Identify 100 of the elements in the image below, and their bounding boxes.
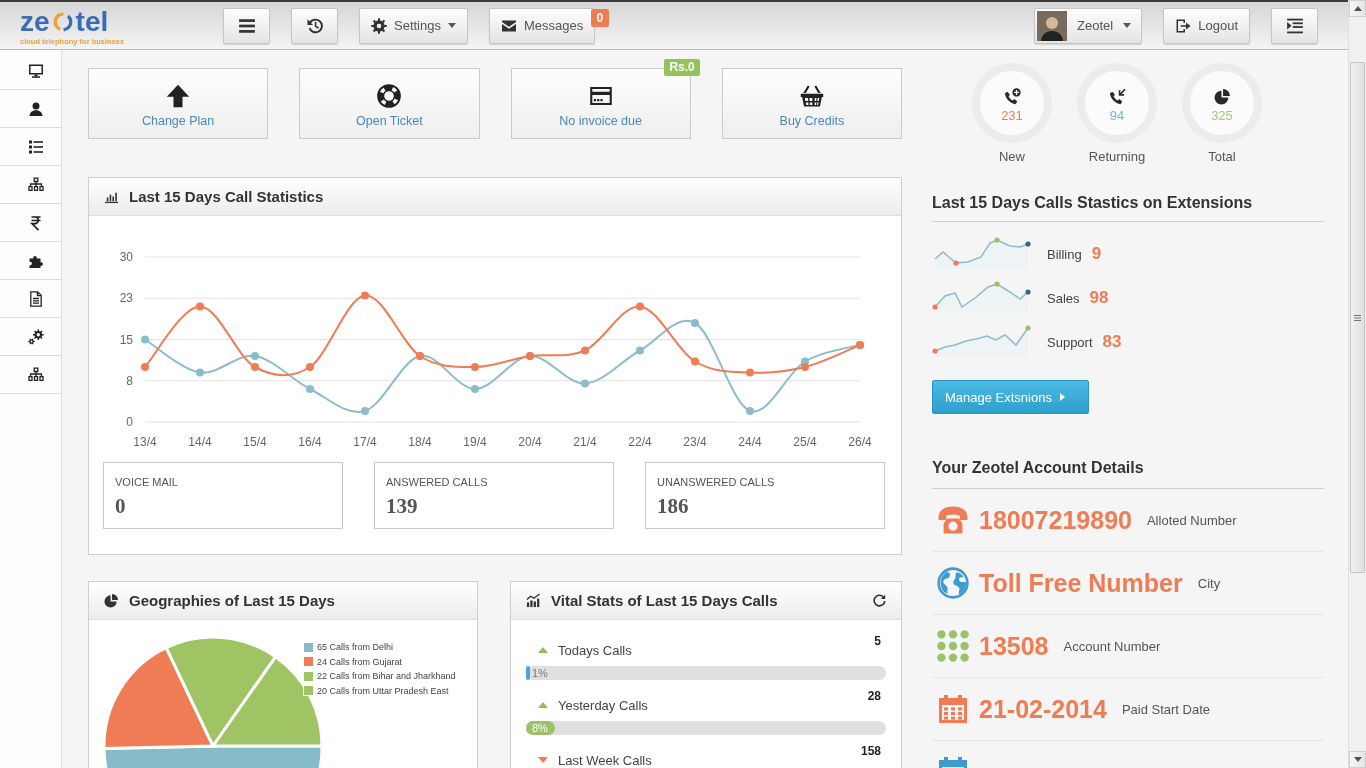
settings-icon	[371, 17, 387, 34]
shortcut-button[interactable]: Open Ticket	[299, 68, 480, 139]
logo-text: ze	[20, 6, 50, 37]
stat-label: Todays Calls	[558, 642, 632, 658]
axis-label: 15	[119, 332, 133, 347]
axis-label: 23	[119, 291, 133, 306]
stat-label: Last Week Calls	[558, 752, 652, 768]
legend-label: 24 Calls from Gujarat	[317, 655, 403, 668]
account-label: Account Number	[1063, 638, 1161, 654]
account-label: Paid Start Date	[1121, 701, 1211, 717]
axis-label: 26/4	[848, 435, 872, 449]
progress-percent: 1%	[531, 666, 548, 680]
extension-label: Billing	[1047, 246, 1082, 262]
refresh-icon[interactable]	[873, 594, 886, 607]
list-icon	[27, 138, 44, 155]
counter-label: Total	[1208, 149, 1236, 165]
history-button[interactable]	[291, 7, 338, 44]
amount-badge: Rs.0	[664, 59, 700, 76]
axis-label: 30	[119, 250, 133, 264]
axis-label: 15/4	[243, 435, 267, 449]
pie-chart-icon	[1213, 87, 1231, 105]
extension-count: 98	[1089, 288, 1109, 308]
data-point	[746, 407, 754, 415]
swatch-icon	[303, 685, 314, 697]
manage-extensions-button[interactable]: Manage Extsnions	[932, 380, 1089, 414]
account-label: City	[1197, 575, 1221, 591]
menu-icon	[237, 16, 256, 35]
scroll-up-button[interactable]	[1349, 0, 1366, 17]
basket-icon	[799, 83, 824, 108]
settings-button[interactable]: Settings	[359, 7, 468, 44]
counter-value: 325	[1211, 107, 1233, 123]
triangle-down-icon	[1353, 757, 1362, 762]
data-point	[636, 346, 644, 355]
swatch-icon	[303, 670, 314, 682]
axis-label: 18/4	[408, 435, 432, 449]
data-point	[691, 319, 699, 327]
data-point	[746, 368, 754, 377]
data-point	[196, 302, 204, 311]
triangle-down-icon	[538, 757, 548, 763]
triangle-up-icon	[1353, 6, 1362, 11]
stat-label: Yesterday Calls	[558, 697, 648, 713]
triangle-up-icon	[538, 647, 548, 653]
logout-button[interactable]: Logout	[1163, 7, 1250, 44]
up-arrow-icon	[166, 83, 191, 108]
phone-incoming-icon	[1108, 87, 1126, 105]
user-menu-button[interactable]: Zeotel	[1034, 7, 1143, 44]
avatar-icon	[1037, 10, 1068, 41]
history-icon	[305, 16, 324, 35]
data-point	[251, 352, 259, 360]
logout-icon	[1175, 17, 1192, 34]
scroll-down-button[interactable]	[1349, 751, 1366, 768]
data-point	[636, 302, 644, 311]
pie-chart-icon	[104, 593, 119, 608]
swatch-icon	[303, 641, 314, 653]
data-point	[196, 368, 204, 377]
stat-label: VOICE MAIL	[115, 475, 179, 489]
axis-label: 19/4	[463, 435, 487, 449]
grip-icon	[1354, 314, 1361, 321]
counter-label: New	[999, 149, 1025, 165]
stat-value: 186	[657, 495, 690, 517]
stat-value: 0	[115, 495, 127, 517]
data-point	[306, 385, 314, 393]
sitemap-icon	[27, 366, 44, 383]
data-point	[141, 363, 149, 371]
shortcut-button[interactable]: Buy Credits	[721, 68, 902, 139]
axis-label: 17/4	[353, 435, 377, 449]
data-point	[691, 357, 699, 366]
data-point	[581, 379, 589, 388]
panel-title: Last 15 Days Call Statistics	[129, 188, 324, 205]
section-heading: Your Zeotel Account Details	[932, 458, 1324, 489]
swatch-icon	[303, 656, 314, 668]
menu-button[interactable]	[223, 7, 270, 44]
data-point	[471, 363, 479, 371]
messages-button[interactable]: Messages	[489, 7, 596, 44]
counter-label: Returning	[1088, 149, 1146, 165]
phone-plus-icon	[1003, 87, 1021, 105]
section-heading: Last 15 Days Calls Stastics on Extensions	[932, 193, 1324, 222]
stat-label: UNANSWERED CALLS	[657, 475, 776, 489]
panel-title: Geographies of Last 15 Days	[129, 592, 335, 609]
stat-value: 158	[860, 744, 881, 758]
account-value: 18007219890	[979, 505, 1132, 535]
progress-percent: 8%	[531, 721, 548, 735]
counter-value: 94	[1109, 107, 1125, 123]
axis-label: 14/4	[188, 435, 212, 449]
axis-label: 16/4	[298, 435, 322, 449]
user-icon	[27, 100, 44, 117]
extension-label: Support	[1047, 334, 1093, 350]
shortcut-button[interactable]: Change Plan	[88, 68, 269, 139]
indent-button[interactable]	[1271, 7, 1318, 44]
logo-ring-icon	[51, 10, 74, 33]
indent-icon	[1285, 16, 1304, 35]
caret-right-icon	[1059, 393, 1065, 401]
scrollbar-thumb[interactable]	[1350, 62, 1365, 573]
data-point	[581, 346, 589, 355]
legend-label: 20 Calls from Uttar Pradesh East	[317, 684, 449, 697]
account-value: 13508	[979, 631, 1049, 661]
extension-label: Sales	[1047, 290, 1080, 306]
logo-text: tel	[75, 6, 109, 37]
legend-label: 65 Calls from Delhi	[317, 641, 394, 654]
data-point	[251, 363, 259, 371]
